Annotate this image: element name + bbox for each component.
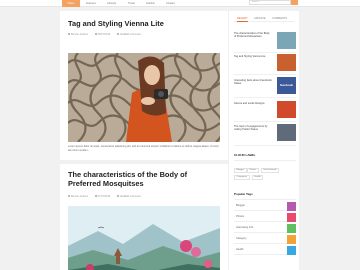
recent-post-thumbnail[interactable] [277,32,296,49]
label-tag[interactable]: Health [252,175,264,180]
recent-post-thumbnail[interactable] [277,101,296,118]
popular-tag-item[interactable]: Category [234,235,296,244]
post-comments-link[interactable]: Add/Edit Comment [120,195,141,198]
post-title-2[interactable]: The characteristics of the Body of Prefe… [68,170,220,188]
sidebar-tabs: RECENT ARCHIVE COMMENTS [234,16,294,22]
landscape-illustration [68,206,220,270]
recent-post-title[interactable]: Gloves and socks Designs [234,102,272,105]
popular-tag-count [287,224,296,233]
popular-tags-title: Popular Tags [234,192,253,196]
recent-post-item[interactable]: Gloves and socks Designs [234,101,296,122]
nav-item-features[interactable]: Features [86,0,96,7]
recent-post-thumbnail[interactable] [277,54,296,71]
post-divider [60,160,228,164]
popular-tag-name[interactable]: Interesting Info [236,226,253,229]
nav-item-fashion[interactable]: Fashion [146,0,155,7]
post-image-2[interactable] [68,206,220,270]
popular-tag-item[interactable]: Blogger [234,202,296,211]
woman-with-camera-photo [68,53,220,142]
nav-home[interactable]: Home [62,0,80,7]
post-comments-link[interactable]: Add/Edit Comment [120,33,141,36]
cloud-label-title: CLOUD LABEL [234,153,256,157]
section-divider [234,199,296,200]
recent-post-title[interactable]: Interesting facts about Facebook Status [234,79,272,86]
section-divider [234,160,296,161]
recent-post-title[interactable]: The characteristics of the Body of Prefe… [234,32,272,39]
label-tag[interactable]: Hot Featured [261,168,279,173]
tab-comments[interactable]: COMMENTS [272,16,287,21]
popular-tag-name[interactable]: Health [236,248,244,251]
main-content: Tag and Styling Vienna Lite Bonnie Jenki… [60,11,228,270]
popular-tag-item[interactable]: Photos [234,213,296,222]
recent-post-title[interactable]: Tag and Styling Vienna Lite [234,55,272,58]
popular-tag-item[interactable]: Health [234,246,296,255]
popular-tag-count [287,213,296,222]
recent-post-title[interactable]: The topic of engagements by writing Twit… [234,125,272,132]
tab-archive[interactable]: ARCHIVE [254,16,266,21]
recent-post-item[interactable]: The topic of engagements by writing Twit… [234,124,296,146]
label-tag[interactable]: Categories [234,175,250,180]
post-date: 09/07/2015 [97,33,111,36]
nav-item-travel[interactable]: Travel [128,0,135,7]
nav-item-lifestyle[interactable]: Lifestyle [107,0,116,7]
search-button[interactable] [291,0,298,5]
recent-post-thumbnail[interactable] [277,124,296,141]
top-navigation: Home Features Lifestyle Travel Fashion C… [0,0,360,7]
post-excerpt-1: Lorem ipsum dolor sit amet, consectetur … [68,145,219,152]
recent-post-item[interactable]: Tag and Styling Vienna Lite [234,54,296,75]
tab-recent[interactable]: RECENT [237,16,248,22]
popular-tag-name[interactable]: Blogger [236,204,245,207]
post-author[interactable]: Bonnie Jenkins [71,33,88,36]
label-tag[interactable]: Photos [247,168,259,173]
popular-tag-count [287,202,296,211]
popular-tag-name[interactable]: Photos [236,215,244,218]
nav-item-contact[interactable]: Contact [166,0,175,7]
recent-post-item[interactable]: Interesting facts about Facebook Status … [234,77,296,98]
recent-post-item[interactable]: The characteristics of the Body of Prefe… [234,32,296,53]
post-date: 07/07/2015 [97,195,111,198]
post-meta-2: Bonnie Jenkins 07/07/2015 Add/Edit Comme… [68,195,147,198]
popular-tag-item[interactable]: Interesting Info [234,224,296,233]
post-image-1[interactable] [68,53,220,142]
popular-tag-name[interactable]: Category [236,237,247,240]
post-meta-1: Bonnie Jenkins 09/07/2015 Add/Edit Comme… [68,33,147,36]
search-input[interactable]: Search... [249,0,291,5]
popular-tag-count [287,246,296,255]
sidebar: RECENT ARCHIVE COMMENTS The characterist… [229,11,299,270]
post-author[interactable]: Bonnie Jenkins [71,195,88,198]
label-tag[interactable]: Blogger [234,168,247,173]
post-title-1[interactable]: Tag and Styling Vienna Lite [68,19,164,28]
popular-tag-count [287,235,296,244]
facebook-thumbnail[interactable]: facebook [277,77,296,94]
